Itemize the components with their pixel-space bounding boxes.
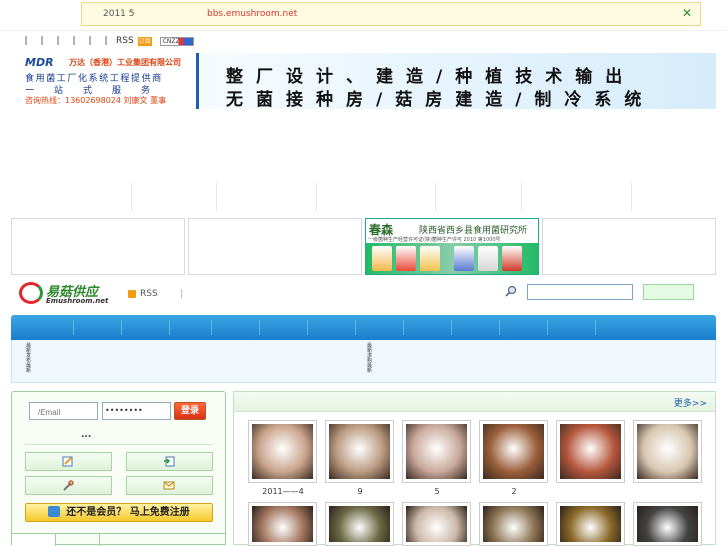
mushroom-image	[560, 506, 621, 542]
product-image	[454, 246, 474, 271]
ad-slot[interactable]	[542, 218, 716, 275]
register-button[interactable]: 还不是会员？ 马上免费注册	[25, 503, 213, 522]
banner-slogan-1: 整厂设计、建造/种植技术输出	[226, 67, 636, 87]
tab[interactable]	[56, 534, 100, 546]
mushroom-image	[483, 506, 544, 542]
chunsen-ad[interactable]: 春森 陕西省西乡县食用菌研究所 一级菌种生产经营许可证(陕)菌种生产许可 201…	[365, 218, 539, 275]
notice-date: 2011 5	[103, 9, 135, 19]
register-label: 还不是会员？ 马上免费注册	[66, 507, 190, 518]
gallery-thumbnail[interactable]	[556, 502, 625, 546]
password-field[interactable]: ••••••••	[102, 402, 171, 420]
ad-slot[interactable]	[188, 218, 362, 275]
rss-label: RSS	[140, 289, 158, 299]
gallery-thumbnail[interactable]	[633, 420, 702, 483]
separator: |	[180, 289, 184, 299]
mushroom-image	[252, 424, 313, 479]
top-link-separator[interactable]: |	[36, 36, 48, 46]
top-link-separator[interactable]: |	[20, 36, 32, 46]
gallery-thumbnail[interactable]	[556, 420, 625, 483]
main-nav[interactable]	[11, 315, 716, 340]
more-dots[interactable]: ...	[81, 430, 91, 440]
banner-company-panel: MDR 万达（香港）工业集团有限公司 食用菌工厂化系统工程提供商 一站式服务 咨…	[11, 53, 199, 109]
banner-hotline: 咨询热线：13602698024 刘康文 董事	[25, 96, 167, 105]
top-link-separator[interactable]: |	[84, 36, 96, 46]
mushroom-image	[483, 424, 544, 479]
gallery-thumbnail[interactable]	[248, 420, 317, 483]
login-panel-tabs	[12, 533, 225, 546]
notice-bar: 2011 5 bbs.emushroom.net ✕	[81, 2, 701, 26]
gallery-thumbnail[interactable]	[633, 502, 702, 546]
gallery-header: 更多>>	[234, 392, 715, 412]
mushroom-image	[637, 506, 698, 542]
gallery-thumbnail[interactable]	[325, 420, 394, 483]
mushroom-image	[406, 424, 467, 479]
more-link[interactable]: 更多>>	[674, 396, 707, 409]
tab[interactable]	[12, 534, 56, 546]
quick-button-post[interactable]	[25, 452, 112, 471]
notice-url-link[interactable]: bbs.emushroom.net	[207, 9, 297, 19]
mushroom-image	[252, 506, 313, 542]
product-image	[420, 246, 440, 271]
email-field[interactable]	[29, 402, 98, 420]
top-links: | | | | | | RSS 订阅 CNZZ	[20, 35, 194, 47]
ad-slot-dividers	[11, 183, 716, 213]
chunsen-sub: 一级菌种生产经营许可证(陕)菌种生产许可 2010 第1000号	[368, 237, 501, 243]
logo-icon	[19, 282, 43, 304]
mushroom-image	[406, 506, 467, 542]
logo-subtext: Emushroom.net	[46, 297, 109, 305]
mushroom-image	[637, 424, 698, 479]
gallery-caption[interactable]: 2011——4	[248, 487, 318, 496]
product-image	[478, 246, 498, 271]
quick-button-message[interactable]	[126, 476, 213, 495]
login-button[interactable]: 登录	[174, 402, 206, 420]
user-icon	[48, 506, 61, 517]
rss-link[interactable]: RSS	[116, 36, 134, 46]
close-icon[interactable]: ✕	[680, 6, 694, 22]
import-icon	[164, 456, 175, 467]
mushroom-image	[329, 424, 390, 479]
gallery-caption[interactable]: 5	[402, 487, 472, 496]
gallery-thumbnail[interactable]	[479, 502, 548, 546]
gallery-thumbnail[interactable]	[325, 502, 394, 546]
login-panel: •••••••• 登录 ... 还不是会员？ 马上免费注册	[11, 391, 226, 546]
gallery-thumbnail[interactable]	[402, 420, 471, 483]
subnav-latest-demand[interactable]: 最新求购最新	[367, 344, 373, 374]
rss-subscribe-badge[interactable]: 订阅	[137, 36, 152, 46]
mdr-logo: MDR	[25, 56, 54, 69]
gallery-caption[interactable]: 2	[479, 487, 549, 496]
tools-icon	[63, 480, 74, 491]
mushroom-image	[560, 424, 621, 479]
gallery-caption[interactable]: 9	[325, 487, 395, 496]
product-image	[396, 246, 416, 271]
quick-button-tools[interactable]	[25, 476, 112, 495]
search-input[interactable]	[527, 284, 633, 300]
subnav-latest-supply[interactable]: 最新发布最新	[26, 344, 32, 374]
cnzz-badge[interactable]: CNZZ	[159, 36, 194, 46]
banner-slogan-2: 无菌接种房/菇房建造/制冷系统	[226, 90, 655, 110]
divider	[0, 30, 727, 31]
banner-ad[interactable]: MDR 万达（香港）工业集团有限公司 食用菌工厂化系统工程提供商 一站式服务 咨…	[11, 53, 716, 110]
sub-nav: 最新发布最新 最新求购最新	[11, 340, 716, 383]
edit-icon	[62, 456, 73, 467]
gallery-thumbnail[interactable]	[248, 502, 317, 546]
rss-icon	[128, 290, 136, 298]
rss-link[interactable]: RSS	[128, 289, 158, 299]
mushroom-image	[329, 506, 390, 542]
divider	[25, 444, 213, 445]
gallery-thumbnail[interactable]	[402, 502, 471, 546]
search-button[interactable]	[643, 284, 694, 300]
product-image	[502, 246, 522, 271]
chunsen-name: 陕西省西乡县食用菌研究所	[419, 226, 528, 236]
site-logo[interactable]: 易菇供应 Emushroom.net	[19, 280, 119, 308]
mail-icon	[163, 481, 175, 490]
ad-slot[interactable]	[11, 218, 185, 275]
gallery-thumbnail[interactable]	[479, 420, 548, 483]
search-icon	[505, 285, 517, 297]
top-link-separator[interactable]: |	[68, 36, 80, 46]
top-link-separator[interactable]: |	[52, 36, 64, 46]
banner-company-name: 万达（香港）工业集团有限公司	[69, 58, 181, 67]
quick-button-import[interactable]	[126, 452, 213, 471]
product-image	[372, 246, 392, 271]
top-link-separator[interactable]: |	[100, 36, 112, 46]
